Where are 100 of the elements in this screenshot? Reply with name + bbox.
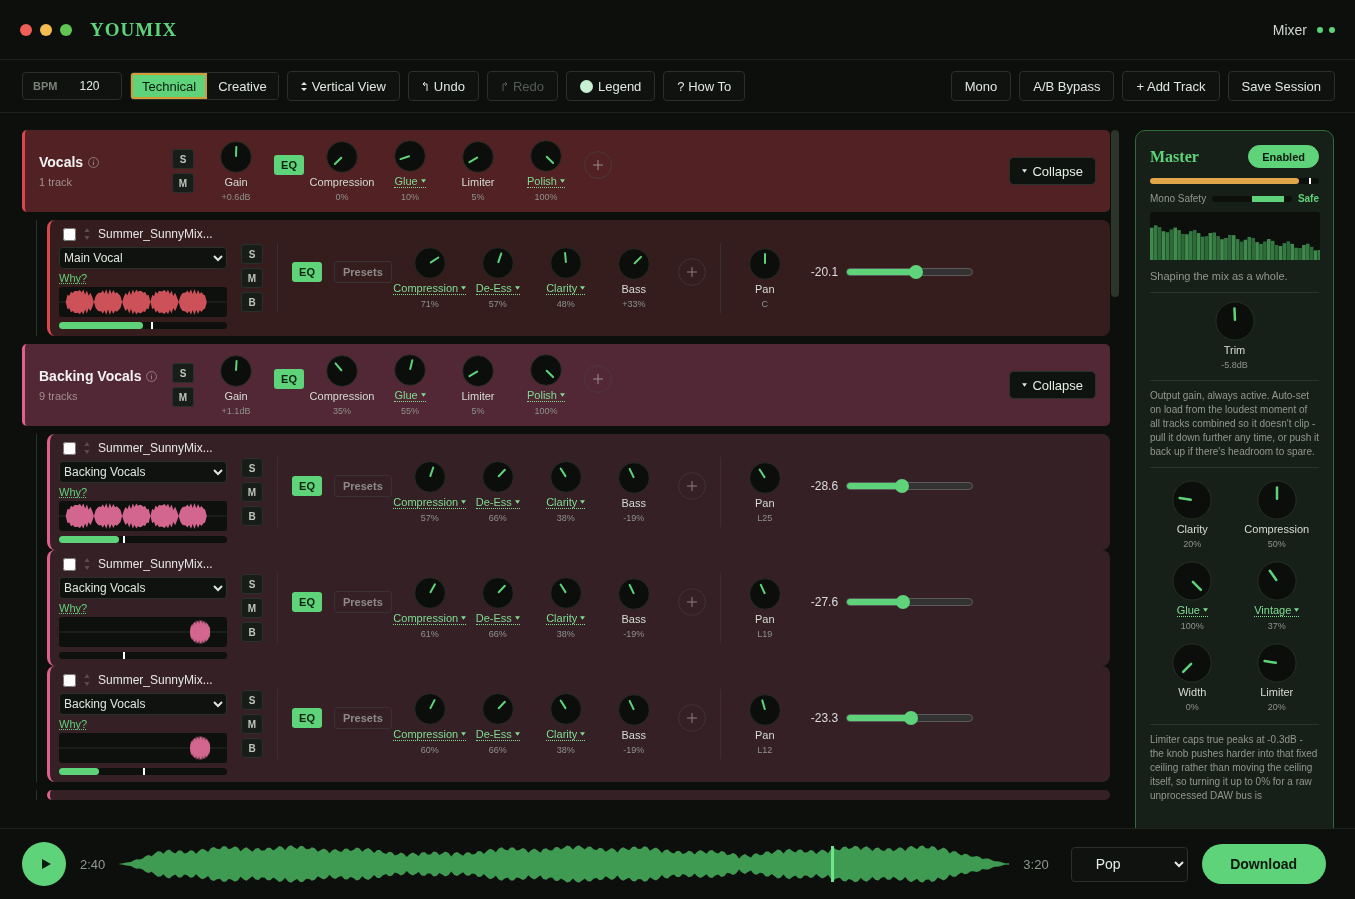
knob-dropdown[interactable]: Clarity <box>546 728 586 741</box>
knob-dropdown[interactable]: Compression <box>393 612 467 625</box>
track-toggle-button[interactable]: S <box>241 244 263 264</box>
toolbar-button[interactable]: Vertical View <box>286 71 400 101</box>
sort-icon[interactable] <box>84 227 90 241</box>
eq-button[interactable]: EQ <box>292 708 322 728</box>
knob[interactable] <box>1256 643 1297 683</box>
slider-thumb[interactable] <box>908 265 923 279</box>
track-toggle-button[interactable]: S <box>241 574 263 594</box>
knob[interactable] <box>1172 480 1213 520</box>
knob[interactable] <box>549 247 582 279</box>
knob-dropdown[interactable]: Clarity <box>546 282 586 295</box>
eq-button[interactable]: EQ <box>292 592 322 612</box>
knob-dropdown[interactable]: Glue <box>394 175 426 188</box>
knob-dropdown[interactable]: Glue <box>394 389 426 402</box>
knob[interactable] <box>413 461 446 493</box>
knob[interactable] <box>530 354 562 386</box>
toolbar-button[interactable]: ? How To <box>663 71 746 101</box>
track-toggle-button[interactable]: B <box>241 506 263 526</box>
sort-icon[interactable] <box>84 557 90 571</box>
add-icon[interactable] <box>677 588 706 616</box>
why-link[interactable]: Why? <box>59 272 88 284</box>
track-toggle-button[interactable]: S <box>241 690 263 710</box>
knob[interactable] <box>481 461 514 493</box>
track-checkbox[interactable] <box>63 557 76 571</box>
download-button[interactable]: Download <box>1201 844 1326 884</box>
knob-dropdown[interactable]: Compression <box>393 282 467 295</box>
why-link[interactable]: Why? <box>59 718 88 730</box>
presets-button[interactable]: Presets <box>334 475 392 497</box>
knob[interactable] <box>394 354 426 386</box>
toolbar-button[interactable]: Legend <box>565 71 656 101</box>
track-toggle-button[interactable]: B <box>241 738 263 758</box>
play-button[interactable] <box>22 842 66 886</box>
mute-button[interactable]: M <box>172 387 194 407</box>
track-toggle-button[interactable]: M <box>241 482 263 502</box>
volume-slider[interactable] <box>846 268 974 276</box>
track-toggle-button[interactable]: M <box>241 598 263 618</box>
knob-dropdown[interactable]: De-Ess <box>475 282 520 295</box>
eq-button[interactable]: EQ <box>274 369 304 389</box>
maximize-dot[interactable] <box>60 23 72 36</box>
role-select[interactable]: Backing Vocals <box>59 461 227 483</box>
slider-thumb[interactable] <box>895 479 910 493</box>
add-icon[interactable] <box>584 365 612 393</box>
knob[interactable] <box>530 140 562 172</box>
info-icon[interactable] <box>146 370 158 382</box>
solo-button[interactable]: S <box>172 363 194 383</box>
knob-dropdown[interactable]: De-Ess <box>475 496 520 509</box>
eq-button[interactable]: EQ <box>274 155 304 175</box>
track-toggle-button[interactable]: M <box>241 268 263 288</box>
knob[interactable] <box>394 140 426 172</box>
toolbar-button[interactable]: + Add Track <box>1122 71 1220 101</box>
collapse-button[interactable]: Collapse <box>1009 371 1096 399</box>
knob-dropdown[interactable]: Compression <box>393 728 467 741</box>
sort-icon[interactable] <box>84 441 90 455</box>
toolbar-button[interactable]: Mono <box>950 71 1012 101</box>
minimize-dot[interactable] <box>40 23 52 36</box>
knob-dropdown[interactable]: Clarity <box>546 612 586 625</box>
knob-dropdown[interactable]: De-Ess <box>475 612 520 625</box>
scrollbar-thumb[interactable] <box>1111 130 1119 297</box>
eq-button[interactable]: EQ <box>292 476 322 496</box>
role-select[interactable]: Backing Vocals <box>59 693 227 715</box>
eq-button[interactable]: EQ <box>292 262 322 282</box>
knob[interactable] <box>220 354 252 387</box>
playhead[interactable] <box>831 846 835 882</box>
slider-thumb[interactable] <box>903 711 918 725</box>
volume-slider[interactable] <box>846 598 974 606</box>
knob-dropdown[interactable]: Clarity <box>546 496 586 509</box>
knob[interactable] <box>481 693 514 725</box>
add-icon[interactable] <box>677 704 706 732</box>
track-toggle-button[interactable]: B <box>241 622 263 642</box>
track-toggle-button[interactable]: S <box>241 458 263 478</box>
knob-dropdown[interactable]: Polish <box>527 175 565 188</box>
knob[interactable] <box>481 577 514 609</box>
knob-dropdown[interactable]: Polish <box>527 389 565 402</box>
knob[interactable] <box>748 577 781 610</box>
slider-thumb[interactable] <box>896 595 911 609</box>
knob[interactable] <box>1214 301 1255 341</box>
close-dot[interactable] <box>20 23 32 36</box>
presets-button[interactable]: Presets <box>334 707 392 729</box>
presets-button[interactable]: Presets <box>334 591 392 613</box>
sort-icon[interactable] <box>84 673 90 687</box>
toolbar-button[interactable]: Save Session <box>1227 71 1335 101</box>
knob-dropdown[interactable]: De-Ess <box>475 728 520 741</box>
role-select[interactable]: Backing Vocals <box>59 577 227 599</box>
track-toggle-button[interactable]: B <box>241 292 263 312</box>
track-checkbox[interactable] <box>63 673 76 687</box>
solo-button[interactable]: S <box>172 149 194 169</box>
track-toggle-button[interactable]: M <box>241 714 263 734</box>
knob-dropdown[interactable]: Vintage <box>1254 604 1300 617</box>
knob[interactable] <box>481 247 514 279</box>
role-select[interactable]: Main Vocal <box>59 247 227 269</box>
genre-select[interactable]: Pop <box>1070 846 1188 882</box>
add-icon[interactable] <box>584 151 612 179</box>
track-waveform[interactable] <box>119 844 1010 884</box>
why-link[interactable]: Why? <box>59 486 88 498</box>
collapse-button[interactable]: Collapse <box>1009 157 1096 185</box>
bpm-field[interactable]: BPM 120 <box>22 72 122 100</box>
knob-dropdown[interactable]: Compression <box>393 496 467 509</box>
toolbar-button[interactable]: Undo <box>407 71 479 101</box>
track-checkbox[interactable] <box>63 227 76 241</box>
